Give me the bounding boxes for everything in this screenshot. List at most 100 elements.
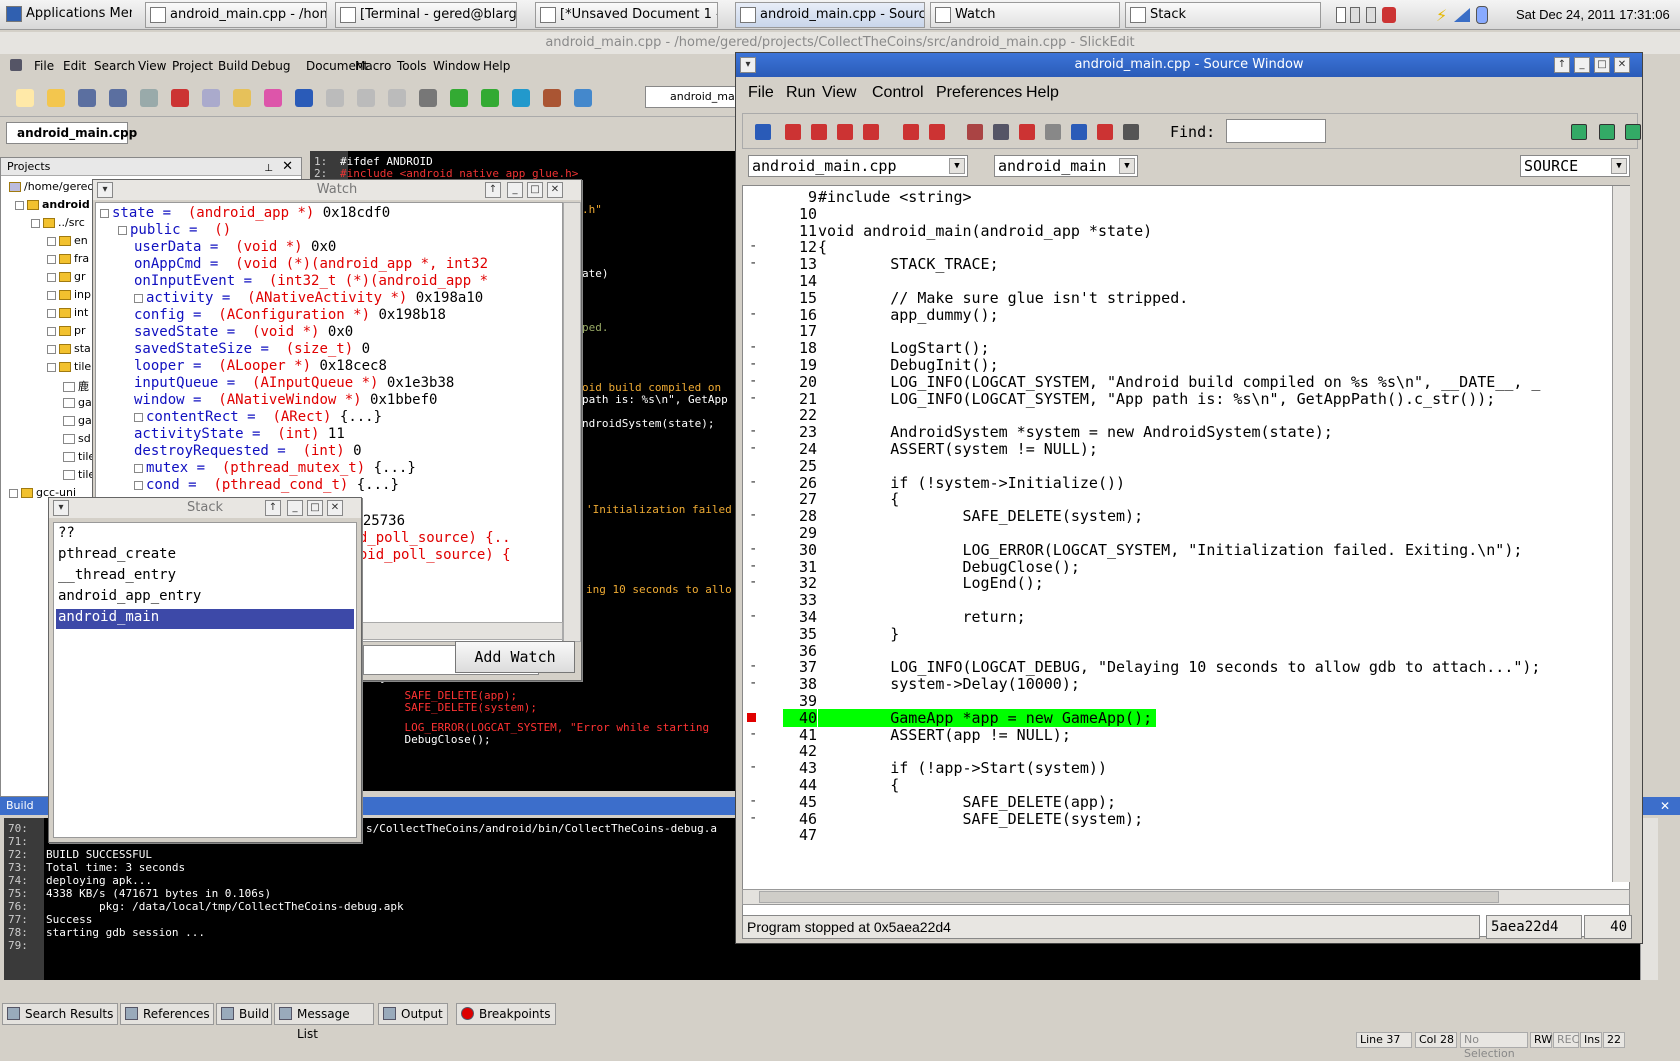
back-icon[interactable] <box>353 85 379 111</box>
watch-row[interactable]: onAppCmd = (void (*)(android_app *, int3… <box>134 256 496 272</box>
fold-marker[interactable]: - <box>749 339 757 355</box>
status-rw[interactable]: RW <box>1530 1032 1552 1048</box>
breakpoint-icon[interactable] <box>747 712 756 722</box>
tree-root[interactable]: /home/gered/ <box>9 180 98 193</box>
fold-marker[interactable]: - <box>749 356 757 372</box>
tree-node[interactable]: inp <box>47 288 91 301</box>
shade-icon[interactable]: ↑ <box>265 500 281 516</box>
file-tab[interactable]: android_main.cpp <box>6 122 137 144</box>
workspace-icon[interactable] <box>1336 7 1346 23</box>
fold-marker[interactable]: - <box>749 574 757 590</box>
maximize-icon[interactable]: □ <box>1594 57 1610 73</box>
source-code-view[interactable]: 9 #include <string> 10 11 void android_main(… <box>742 185 1630 937</box>
menu-window[interactable]: Window <box>433 59 480 73</box>
expand-icon[interactable] <box>47 290 56 300</box>
locals-icon[interactable] <box>1095 122 1115 142</box>
fold-marker[interactable]: - <box>749 810 757 826</box>
fold-marker[interactable]: - <box>749 255 757 271</box>
save-icon[interactable] <box>74 85 100 111</box>
menu-build[interactable]: Build <box>218 59 248 73</box>
fold-marker[interactable]: - <box>749 726 757 742</box>
expand-icon[interactable] <box>47 362 56 372</box>
source-menu-run[interactable]: Run <box>786 84 815 102</box>
stack-frame[interactable]: pthread_create <box>56 546 354 566</box>
watch-row[interactable]: public = () <box>118 222 240 238</box>
finish-icon[interactable] <box>835 122 855 142</box>
source-hscroll[interactable] <box>742 889 1630 905</box>
stop-icon[interactable] <box>965 122 985 142</box>
add-watch-button[interactable]: Add Watch <box>455 641 575 673</box>
workspace-icon[interactable] <box>1350 7 1360 23</box>
copy-icon[interactable] <box>198 85 224 111</box>
fold-marker[interactable]: - <box>749 238 757 254</box>
expand-icon[interactable] <box>118 225 127 235</box>
source-menu-file[interactable]: File <box>748 84 774 102</box>
fold-marker[interactable]: - <box>749 373 757 389</box>
watch-row[interactable]: activity = (ANativeActivity *) 0x198a10 <box>134 290 483 306</box>
expand-icon[interactable] <box>134 293 143 303</box>
expand-icon[interactable] <box>47 308 56 318</box>
tree-node[interactable]: gr <box>47 270 86 283</box>
watch-row[interactable]: savedState = (void *) 0x0 <box>134 324 353 340</box>
menu-view[interactable]: View <box>138 59 166 73</box>
watch-row[interactable]: state = (android_app *) 0x18cdf0 <box>100 205 390 221</box>
console-icon[interactable] <box>1121 122 1141 142</box>
continue-icon[interactable] <box>861 122 881 142</box>
tools-icon[interactable] <box>539 85 565 111</box>
close-icon[interactable]: ✕ <box>547 182 563 198</box>
watch-row[interactable]: config = (AConfiguration *) 0x198b18 <box>134 307 446 323</box>
bottom-tab-references[interactable]: References <box>120 1003 214 1025</box>
watch-row[interactable]: userData = (void *) 0x0 <box>134 239 336 255</box>
registers-icon[interactable] <box>1017 122 1037 142</box>
menu-file[interactable]: File <box>34 59 54 73</box>
applications-menu-button[interactable]: Applications Menu <box>2 2 132 28</box>
taskbar-item[interactable]: android_main.cpp - Source... <box>735 2 925 28</box>
stack-frame[interactable]: __thread_entry <box>56 567 354 587</box>
bottom-tab-breakpoints[interactable]: Breakpoints <box>456 1003 556 1025</box>
expand-icon[interactable] <box>47 344 56 354</box>
tree-node[interactable]: tile <box>63 468 95 481</box>
nexti-icon[interactable] <box>927 122 947 142</box>
menu-debug[interactable]: Debug <box>251 59 290 73</box>
watch-row[interactable]: activityState = (int) 11 <box>134 426 345 442</box>
source-menu-help[interactable]: Help <box>1026 84 1059 102</box>
fold-marker[interactable]: - <box>749 793 757 809</box>
window-menu-icon[interactable]: ▾ <box>97 182 113 198</box>
minimize-icon[interactable]: _ <box>287 500 303 516</box>
watch-row[interactable]: onInputEvent = (int32_t (*)(android_app … <box>134 273 496 289</box>
power-icon[interactable]: ⚡ <box>1436 6 1447 25</box>
fold-marker[interactable]: - <box>749 541 757 557</box>
fold-marker[interactable]: - <box>749 390 757 406</box>
bottom-tab-output[interactable]: Output <box>378 1003 448 1025</box>
tree-node[interactable]: tile <box>63 450 95 463</box>
sync-icon[interactable] <box>446 85 472 111</box>
bottom-tab-search-results[interactable]: Search Results <box>2 1003 118 1025</box>
taskbar-item[interactable]: [*Unsaved Document 1 - g... <box>535 2 718 28</box>
source-menu-control[interactable]: Control <box>872 84 924 102</box>
fold-marker[interactable]: - <box>749 759 757 775</box>
tree-node[interactable]: en <box>47 234 88 247</box>
battery-icon[interactable] <box>1476 6 1488 24</box>
select-icon[interactable] <box>260 85 286 111</box>
watch-row[interactable]: inputQueue = (AInputQueue *) 0x1e3b38 <box>134 375 454 391</box>
stack-list[interactable]: ?? pthread_create __thread_entry android_ap… <box>53 522 357 838</box>
bottom-tab-message-list[interactable]: Message List <box>274 1003 374 1041</box>
fold-marker[interactable]: - <box>749 608 757 624</box>
fold-marker[interactable]: - <box>749 306 757 322</box>
source-titlebar[interactable]: android_main.cpp - Source Window <box>736 53 1642 77</box>
help-icon[interactable] <box>570 85 596 111</box>
menu-edit[interactable]: Edit <box>63 59 86 73</box>
memory-icon[interactable] <box>1043 122 1063 142</box>
save-all-icon[interactable] <box>105 85 131 111</box>
expand-icon[interactable] <box>15 200 24 210</box>
watch-row[interactable]: cond = (pthread_cond_t) {...} <box>134 477 399 493</box>
frame-nav-icon[interactable] <box>1597 122 1617 142</box>
step-icon[interactable] <box>783 122 803 142</box>
source-menu-view[interactable]: View <box>822 84 856 102</box>
watch-row[interactable]: window = (ANativeWindow *) 0x1bbef0 <box>134 392 437 408</box>
watch-row[interactable]: destroyRequested = (int) 0 <box>134 443 362 459</box>
watch-vscroll[interactable] <box>563 202 581 642</box>
cut-icon[interactable] <box>167 85 193 111</box>
source-menu-preferences[interactable]: Preferences <box>936 84 1022 102</box>
refresh-icon[interactable] <box>477 85 503 111</box>
